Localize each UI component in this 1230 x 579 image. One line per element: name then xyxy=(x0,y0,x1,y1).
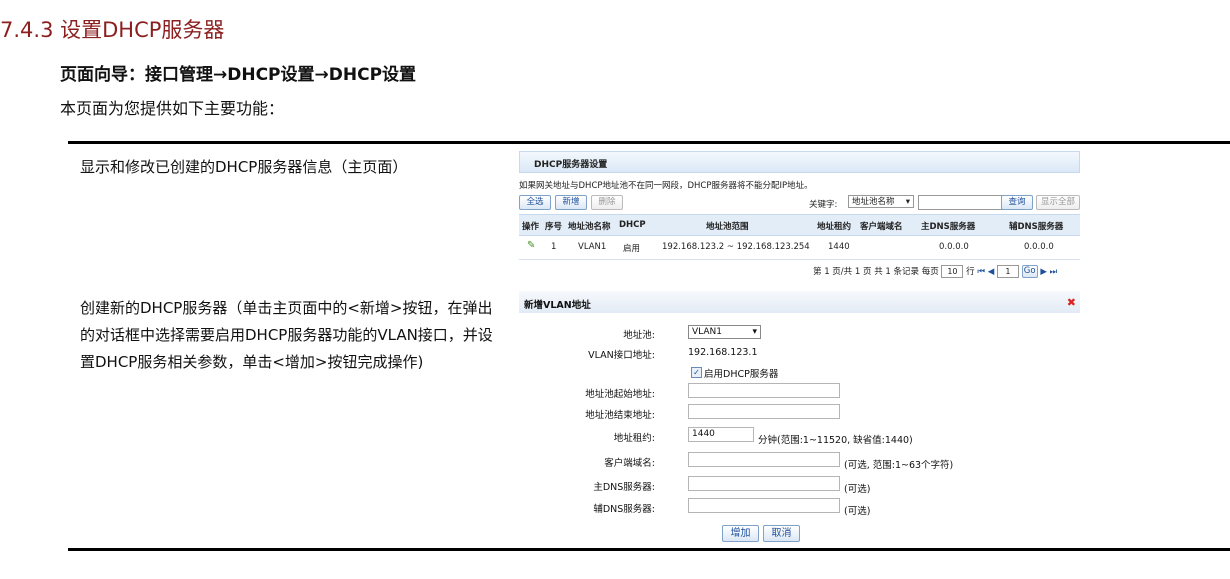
client-domain-input[interactable] xyxy=(688,452,840,467)
cancel-button[interactable]: 取消 xyxy=(763,525,800,542)
pagination: 第 1 页/共 1 页 共 1 条记录 每页 10 行 ⏮ ◀ 1 Go ▶ ⏭ xyxy=(813,265,1057,278)
panel-header: DHCP服务器设置 xyxy=(519,151,1080,173)
first-page-icon[interactable]: ⏮ xyxy=(977,267,985,277)
add-confirm-button[interactable]: 增加 xyxy=(722,525,759,542)
keyword-label: 关键字: xyxy=(809,200,838,210)
row-pool-name: VLAN1 xyxy=(578,242,607,252)
pool-select[interactable]: VLAN1 ▾ xyxy=(688,325,761,339)
close-icon[interactable]: ✖ xyxy=(1067,296,1076,309)
row-pool-range: 192.168.123.2 ~ 192.168.123.254 xyxy=(662,242,810,252)
search-button[interactable]: 查询 xyxy=(1001,195,1033,210)
prev-page-icon[interactable]: ◀ xyxy=(988,267,995,277)
row-1-description: 显示和修改已创建的DHCP服务器信息（主页面） xyxy=(80,158,408,176)
vlan-ip-value: 192.168.123.1 xyxy=(688,347,758,358)
pool-label: 地址池: xyxy=(623,330,655,341)
col-primary-dns: 主DNS服务器 xyxy=(921,222,976,232)
row-secondary-dns: 0.0.0.0 xyxy=(1024,242,1054,252)
dropdown-arrow-icon: ▾ xyxy=(905,197,910,207)
dialog-title: 新增VLAN地址 xyxy=(524,300,591,311)
keyword-select-value: 地址池名称 xyxy=(852,197,895,207)
vlan-ip-label: VLAN接口地址: xyxy=(588,350,655,361)
page-input[interactable]: 1 xyxy=(996,265,1019,278)
add-vlan-address-dialog-screenshot: 新增VLAN地址 ✖ 地址池: VLAN1 ▾ VLAN接口地址: 192.168… xyxy=(519,291,1080,545)
col-pool-range: 地址池范围 xyxy=(706,222,749,232)
end-address-label: 地址池结束地址: xyxy=(585,410,655,421)
show-all-button[interactable]: 显示全部 xyxy=(1036,195,1080,210)
pager-text: 第 1 页/共 1 页 共 1 条记录 每页 xyxy=(813,267,939,277)
primary-dns-note: (可选) xyxy=(844,484,871,495)
secondary-dns-label: 辅DNS服务器: xyxy=(593,504,655,515)
col-index: 序号 xyxy=(545,222,563,232)
go-button[interactable]: Go xyxy=(1021,265,1038,278)
dropdown-arrow-icon: ▾ xyxy=(752,327,757,337)
pool-select-value: VLAN1 xyxy=(692,327,722,337)
col-action: 操作 xyxy=(522,222,540,232)
page-navigation-path: 页面向导：接口管理→DHCP设置→DHCP设置 xyxy=(60,65,417,85)
section-title: 7.4.3 设置DHCP服务器 xyxy=(0,18,225,42)
next-page-icon[interactable]: ▶ xyxy=(1040,267,1047,277)
primary-dns-label: 主DNS服务器: xyxy=(593,482,655,493)
dhcp-server-list-screenshot: DHCP服务器设置 如果网关地址与DHCP地址池不在同一网段，DHCP服务器将不… xyxy=(519,151,1080,279)
intro-text: 本页面为您提供如下主要功能： xyxy=(60,99,285,118)
row-lease: 1440 xyxy=(828,242,850,252)
edit-pencil-icon[interactable]: ✎ xyxy=(527,240,535,251)
end-address-input[interactable] xyxy=(688,404,840,419)
start-address-input[interactable] xyxy=(688,383,840,398)
col-pool-name: 地址池名称 xyxy=(568,222,611,232)
secondary-dns-input[interactable] xyxy=(688,498,840,513)
row-2-description: 创建新的DHCP服务器（单击主页面中的<新增>按钮，在弹出的对话框中选择需要启用… xyxy=(80,299,493,371)
secondary-dns-note: (可选) xyxy=(844,506,871,517)
lease-label: 地址租约: xyxy=(613,433,655,444)
last-page-icon[interactable]: ⏭ xyxy=(1050,267,1058,277)
enable-dhcp-label: 启用DHCP服务器 xyxy=(704,369,779,380)
table-bottom-rule xyxy=(68,548,1230,551)
dialog-header: 新增VLAN地址 ✖ xyxy=(519,291,1080,313)
row-dhcp-status: 启用 xyxy=(623,244,641,254)
lease-input[interactable]: 1440 xyxy=(688,427,754,442)
row-divider xyxy=(519,259,1080,260)
col-client-domain: 客户端域名 xyxy=(860,222,903,232)
col-lease: 地址租约 xyxy=(817,222,852,232)
panel-title: DHCP服务器设置 xyxy=(534,160,608,170)
delete-button[interactable]: 删除 xyxy=(591,195,623,210)
client-domain-label: 客户端域名: xyxy=(604,458,655,469)
row-primary-dns: 0.0.0.0 xyxy=(939,242,969,252)
add-button[interactable]: 新增 xyxy=(555,195,587,210)
per-page-input[interactable]: 10 xyxy=(941,265,964,278)
pager-rows-label: 行 xyxy=(966,267,975,277)
table-header: 操作 序号 地址池名称 DHCP 地址池范围 地址租约 客户端域名 主DNS服务… xyxy=(519,214,1080,236)
row-index: 1 xyxy=(551,242,557,252)
col-dhcp: DHCP xyxy=(619,220,646,230)
primary-dns-input[interactable] xyxy=(688,476,840,491)
table-top-rule xyxy=(68,141,1230,144)
col-secondary-dns: 辅DNS服务器 xyxy=(1009,222,1064,232)
lease-note: 分钟(范围:1~11520, 缺省值:1440) xyxy=(758,435,913,446)
enable-dhcp-checkbox[interactable]: ✓ xyxy=(691,367,702,378)
keyword-select[interactable]: 地址池名称 ▾ xyxy=(848,195,914,208)
select-all-button[interactable]: 全选 xyxy=(519,195,551,210)
client-domain-note: (可选, 范围:1~63个字符) xyxy=(844,460,954,471)
start-address-label: 地址池起始地址: xyxy=(585,389,655,400)
gateway-note: 如果网关地址与DHCP地址池不在同一网段，DHCP服务器将不能分配IP地址。 xyxy=(519,181,813,191)
